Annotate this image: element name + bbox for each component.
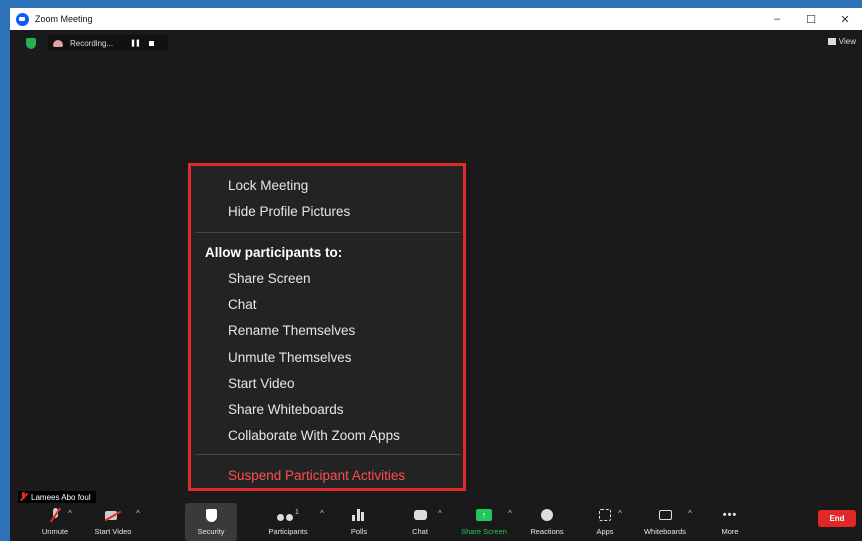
whiteboard-icon	[658, 510, 672, 520]
reactions-button[interactable]: Reactions	[525, 503, 569, 541]
security-label: Security	[197, 527, 225, 536]
polls-label: Polls	[350, 527, 368, 536]
meeting-top-bar: Recording... ❚❚ View	[10, 30, 862, 54]
maximize-button[interactable]: ☐	[794, 8, 828, 30]
recording-status: Recording...	[70, 38, 114, 48]
zoom-meeting-window: Zoom Meeting – ☐ ✕ Recording... ❚❚ View …	[10, 8, 862, 541]
whiteboards-button[interactable]: Whiteboards	[637, 503, 693, 541]
participants-options-caret-icon[interactable]: ^	[320, 509, 324, 518]
participants-icon: 1	[277, 509, 299, 521]
more-icon: •••	[722, 509, 738, 521]
participants-button[interactable]: 1 Participants	[260, 503, 316, 541]
chat-options-caret-icon[interactable]: ^	[438, 509, 442, 518]
menu-divider	[195, 454, 461, 455]
menu-divider	[195, 232, 461, 233]
reactions-icon	[541, 509, 553, 521]
security-menu: Lock Meeting Hide Profile Pictures Allow…	[188, 163, 466, 491]
video-options-caret-icon[interactable]: ^	[136, 509, 140, 518]
muted-mic-icon	[19, 492, 28, 502]
more-button[interactable]: ••• More	[716, 503, 744, 541]
pause-recording-icon[interactable]: ❚❚	[130, 39, 141, 47]
menu-item-share-whiteboards[interactable]: Share Whiteboards	[228, 402, 344, 417]
menu-item-chat[interactable]: Chat	[228, 297, 257, 312]
stop-recording-icon[interactable]	[148, 40, 154, 46]
unmute-label: Unmute	[41, 527, 69, 536]
apps-options-caret-icon[interactable]: ^	[618, 509, 622, 518]
apps-icon	[599, 509, 611, 521]
menu-item-share-screen[interactable]: Share Screen	[228, 271, 311, 286]
menu-item-start-video[interactable]: Start Video	[228, 376, 295, 391]
title-bar: Zoom Meeting – ☐ ✕	[10, 8, 862, 30]
minimize-button[interactable]: –	[760, 8, 794, 30]
participants-label: Participants	[268, 527, 308, 536]
close-button[interactable]: ✕	[828, 8, 862, 30]
allow-participants-heading: Allow participants to:	[205, 245, 343, 260]
menu-item-unmute-themselves[interactable]: Unmute Themselves	[228, 350, 352, 365]
zoom-app-icon	[16, 12, 29, 26]
share-screen-icon: ↑	[476, 509, 492, 521]
menu-item-suspend-participant-activities[interactable]: Suspend Participant Activities	[228, 468, 405, 483]
meeting-toolbar: Unmute ^ Start Video ^ Security 1 Partic…	[10, 503, 862, 541]
chat-icon	[413, 510, 427, 520]
start-video-label: Start Video	[94, 527, 132, 536]
view-grid-icon	[827, 38, 836, 45]
menu-item-rename-themselves[interactable]: Rename Themselves	[228, 323, 355, 338]
menu-item-collaborate-zoom-apps[interactable]: Collaborate With Zoom Apps	[228, 428, 400, 443]
share-screen-button[interactable]: ↑ Share Screen	[458, 503, 510, 541]
window-controls: – ☐ ✕	[760, 8, 862, 30]
recording-indicator: Recording... ❚❚	[48, 35, 168, 51]
polls-icon	[352, 509, 366, 521]
reactions-label: Reactions	[530, 527, 564, 536]
whiteboards-label: Whiteboards	[643, 527, 687, 536]
menu-item-lock-meeting[interactable]: Lock Meeting	[228, 178, 308, 193]
end-meeting-button[interactable]: End	[818, 510, 856, 527]
polls-button[interactable]: Polls	[344, 503, 374, 541]
apps-button[interactable]: Apps	[592, 503, 618, 541]
participant-name: Lamees Abo foul	[31, 492, 91, 502]
encryption-shield-icon[interactable]	[26, 38, 36, 49]
participant-name-tag: Lamees Abo foul	[18, 491, 96, 503]
window-title: Zoom Meeting	[35, 14, 93, 24]
audio-options-caret-icon[interactable]: ^	[68, 509, 72, 518]
cloud-recording-icon	[53, 39, 63, 47]
view-button[interactable]: View	[827, 37, 856, 46]
menu-item-hide-profile-pictures[interactable]: Hide Profile Pictures	[228, 204, 350, 219]
more-label: More	[721, 527, 739, 536]
share-screen-label: Share Screen	[461, 527, 507, 536]
mic-off-icon	[49, 508, 61, 522]
share-options-caret-icon[interactable]: ^	[508, 509, 512, 518]
start-video-button[interactable]: Start Video	[88, 503, 138, 541]
participants-count: 1	[295, 509, 299, 516]
whiteboard-options-caret-icon[interactable]: ^	[688, 509, 692, 518]
chat-button[interactable]: Chat	[406, 503, 434, 541]
apps-label: Apps	[596, 527, 614, 536]
shield-icon	[205, 508, 217, 522]
chat-label: Chat	[412, 527, 428, 536]
camera-off-icon	[105, 510, 121, 521]
view-label: View	[838, 37, 856, 46]
security-button[interactable]: Security	[185, 503, 237, 541]
